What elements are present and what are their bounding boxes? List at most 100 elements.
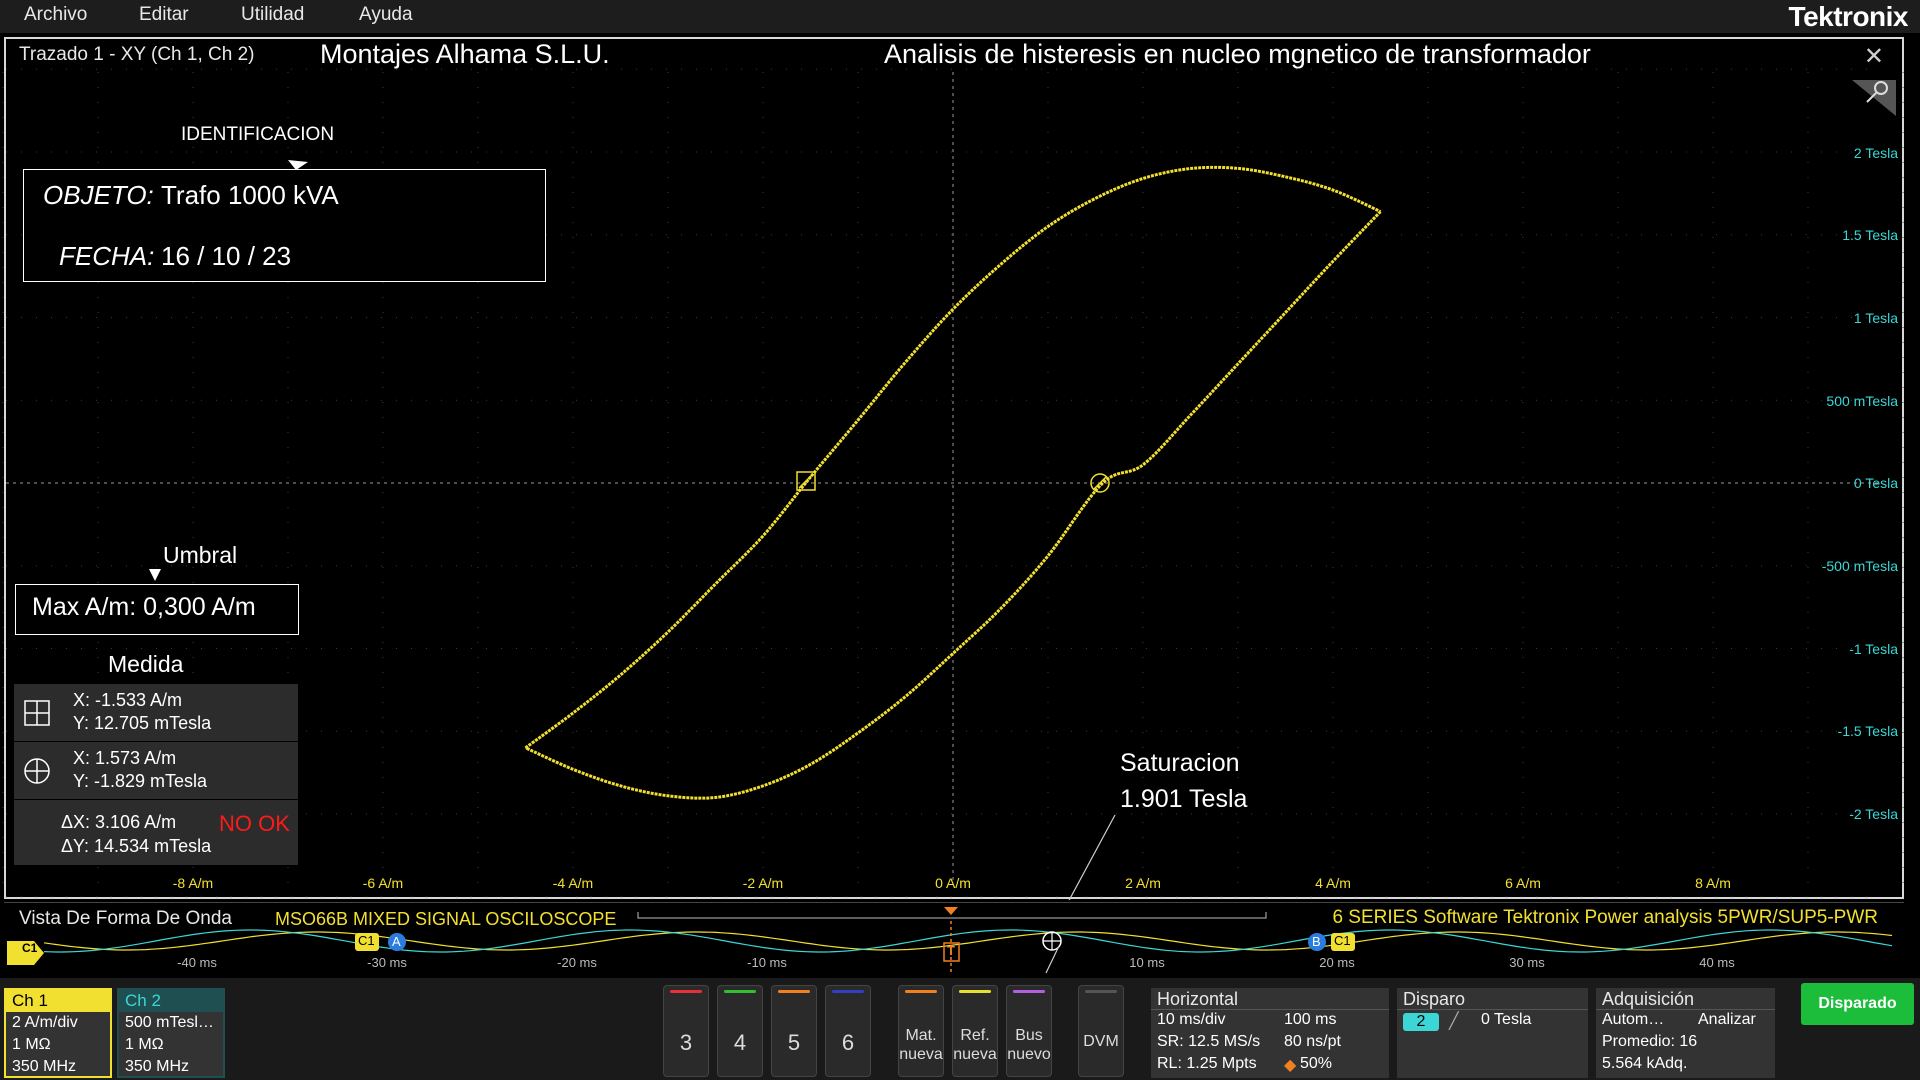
x-tick: 2 A/m: [1125, 875, 1161, 891]
cursor-a-marker[interactable]: [796, 471, 816, 491]
waveform-view[interactable]: Vista De Forma De Onda MSO66B MIXED SIGN…: [4, 902, 1904, 975]
ch1-mini-wave: [43, 931, 1893, 951]
position-icon: ◆: [1284, 1057, 1297, 1074]
new-ref-label-2: nueva: [953, 1046, 997, 1063]
channel-6-button[interactable]: 6: [825, 985, 871, 1077]
status-no-ok: NO OK: [219, 811, 290, 836]
channel-3-label: 3: [679, 1030, 693, 1055]
cursor-readout-panel[interactable]: X: -1.533 A/m Y: 12.705 mTesla X: 1.573 …: [14, 684, 298, 865]
ch1-name: Ch 1: [6, 990, 110, 1012]
trigger-level: 0 Tesla: [1481, 1011, 1532, 1028]
saturation-annotation[interactable]: Saturacion 1.901 Tesla: [1120, 745, 1247, 817]
horizontal-scale: 10 ms/div: [1157, 1011, 1226, 1028]
x-tick: 4 A/m: [1315, 875, 1351, 891]
resolution: 80 ns/pt: [1284, 1033, 1341, 1050]
rising-edge-icon: ╱: [1449, 1013, 1459, 1030]
wave-tick: 40 ms: [1699, 955, 1735, 970]
saturation-pointer: [1068, 814, 1116, 900]
acquisition-action: Analizar: [1698, 1011, 1756, 1028]
date-key: FECHA:: [59, 241, 155, 271]
threshold-box[interactable]: Max A/m: 0,300 A/m: [15, 584, 299, 635]
y-tick: -1.5 Tesla: [1837, 723, 1898, 739]
acquisition-count: 5.564 kAdq.: [1602, 1055, 1688, 1072]
channel-6-label: 6: [841, 1030, 855, 1055]
y-tick: -1 Tesla: [1849, 641, 1898, 657]
channel-5-button[interactable]: 5: [771, 985, 817, 1077]
wave-tick: -20 ms: [557, 955, 597, 970]
object-key: OBJETO:: [43, 180, 154, 210]
new-ref-button[interactable]: Ref. nueva: [952, 985, 998, 1077]
acquisition-panel[interactable]: Adquisición Autom… Analizar Promedio: 16…: [1596, 988, 1775, 1078]
cursor-b-y: Y: -1.829 mTesla: [73, 771, 208, 791]
cursor-b-badge-label: B: [1312, 934, 1321, 949]
saturation-title: Saturacion: [1120, 749, 1240, 777]
ch1-badge-right-label: C1: [1334, 933, 1351, 948]
wave-tick: 20 ms: [1319, 955, 1355, 970]
horizontal-panel[interactable]: Horizontal 10 ms/div 100 ms SR: 12.5 MS/…: [1151, 988, 1389, 1078]
ch1-impedance: 1 MΩ: [12, 1036, 51, 1053]
wave-tick: -40 ms: [177, 955, 217, 970]
delta-x: ΔX: 3.106 A/m: [61, 812, 177, 832]
saturation-value: 1.901 Tesla: [1120, 785, 1248, 813]
settings-bar: Ch 1 2 A/m/div 1 MΩ 350 MHz Ch 2 500 mTe…: [0, 978, 1920, 1080]
new-ref-label-1: Ref.: [960, 1027, 990, 1044]
ch1-scale: 2 A/m/div: [12, 1014, 78, 1031]
new-bus-label-2: nuevo: [1007, 1046, 1051, 1063]
acquisition-heading: Adquisición: [1596, 988, 1775, 1010]
dvm-button[interactable]: DVM: [1078, 985, 1124, 1077]
y-tick: 1.5 Tesla: [1842, 227, 1898, 243]
ch2-scale: 500 mTesl…: [125, 1014, 214, 1031]
run-state-button[interactable]: Disparado: [1801, 983, 1914, 1025]
y-tick: 500 mTesla: [1826, 393, 1898, 409]
ch2-badge[interactable]: Ch 2 500 mTesl… 1 MΩ 350 MHz: [117, 988, 225, 1078]
trigger-arrow-icon: [944, 907, 958, 915]
x-tick: -4 A/m: [552, 875, 594, 891]
channel-3-button[interactable]: 3: [663, 985, 709, 1077]
new-math-label-2: nueva: [899, 1046, 943, 1063]
square-cursor-icon: [24, 700, 50, 726]
sample-rate: SR: 12.5 MS/s: [1157, 1033, 1261, 1050]
trigger-source: 2: [1403, 1013, 1439, 1031]
measurement-heading: Medida: [108, 651, 184, 677]
channel-5-label: 5: [787, 1030, 801, 1055]
identification-box[interactable]: OBJETO: Trafo 1000 kVA FECHA: 16 / 10 / …: [23, 169, 546, 282]
ch2-bandwidth: 350 MHz: [125, 1058, 190, 1075]
round-cursor-icon: [24, 758, 50, 784]
ch1-badge[interactable]: Ch 1 2 A/m/div 1 MΩ 350 MHz: [4, 988, 112, 1078]
trigger-marker-label: T: [947, 943, 955, 958]
date-value: 16 / 10 / 23: [161, 241, 292, 271]
horizontal-position: 50%: [1300, 1055, 1333, 1072]
cursor-a-y: Y: 12.705 mTesla: [73, 713, 212, 733]
zoom-corner-icon[interactable]: [1852, 80, 1896, 116]
delta-y: ΔY: 14.534 mTesla: [61, 836, 212, 856]
ch2-impedance: 1 MΩ: [125, 1036, 164, 1053]
dvm-label: DVM: [1083, 1033, 1119, 1050]
new-bus-button[interactable]: Bus nuevo: [1006, 985, 1052, 1077]
horizontal-heading: Horizontal: [1151, 988, 1389, 1010]
waveform-overview: [7, 907, 1893, 975]
wave-tick: 10 ms: [1129, 955, 1165, 970]
x-tick: -2 A/m: [742, 875, 784, 891]
threshold-heading: Umbral: [163, 542, 238, 568]
channel-4-button[interactable]: 4: [717, 985, 763, 1077]
ch2-name: Ch 2: [119, 990, 223, 1012]
y-tick: 1 Tesla: [1853, 310, 1898, 326]
identification-heading: IDENTIFICACION: [181, 124, 335, 145]
x-tick: 0 A/m: [935, 875, 971, 891]
new-math-label-1: Mat.: [905, 1027, 937, 1044]
y-tick: 2 Tesla: [1853, 145, 1898, 161]
new-math-button[interactable]: Mat. nueva: [898, 985, 944, 1077]
new-bus-label-1: Bus: [1015, 1027, 1043, 1044]
wave-tick: 30 ms: [1509, 955, 1545, 970]
wave-tick: -10 ms: [747, 955, 787, 970]
horizontal-record-time: 100 ms: [1284, 1011, 1337, 1028]
y-tick: -500 mTesla: [1821, 558, 1898, 574]
cursor-a-readout: X: -1.533 A/m Y: 12.705 mTesla: [14, 684, 298, 742]
trigger-panel[interactable]: Disparo 2 ╱ 0 Tesla: [1397, 988, 1588, 1078]
cursor-a-x: X: -1.533 A/m: [73, 690, 183, 710]
y-tick: 0 Tesla: [1853, 475, 1898, 491]
ch1-badge-left-label: C1: [358, 933, 375, 948]
ch1-bandwidth: 350 MHz: [12, 1058, 77, 1075]
cursor-b-readout: X: 1.573 A/m Y: -1.829 mTesla: [14, 742, 298, 800]
ch1-marker-label: C1: [22, 941, 38, 955]
